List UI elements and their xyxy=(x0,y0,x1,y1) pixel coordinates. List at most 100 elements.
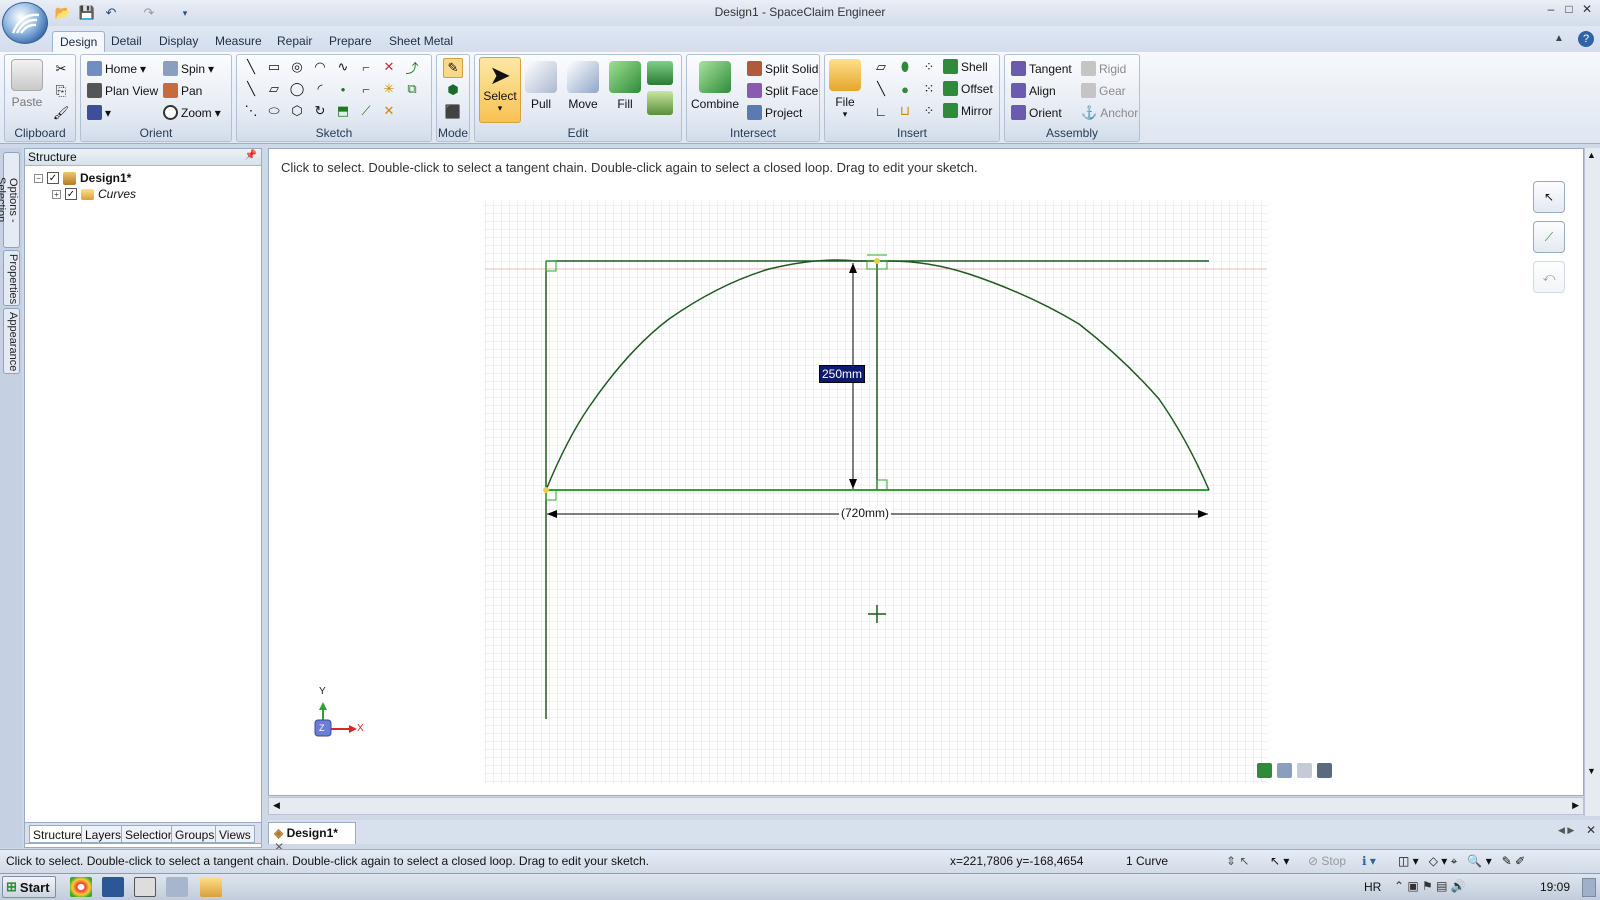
tab-detail[interactable]: Detail xyxy=(104,31,149,52)
cylinder-icon[interactable]: ⬮ xyxy=(895,57,915,77)
endpoint-marker[interactable] xyxy=(874,258,880,264)
offset-curve-icon[interactable]: ⟋ xyxy=(356,101,376,121)
spin-button[interactable]: Spin ▾ xyxy=(163,61,214,76)
line-icon[interactable]: ╲ xyxy=(241,57,261,77)
scroll-down-icon[interactable]: ▼ xyxy=(1587,766,1596,776)
rigid-button[interactable]: Rigid xyxy=(1081,61,1126,76)
align-button[interactable]: Align xyxy=(1011,83,1056,98)
side-tab-properties[interactable]: Properties xyxy=(3,250,20,306)
collapse-icon[interactable]: − xyxy=(34,173,43,183)
pan-button[interactable]: Pan xyxy=(163,83,202,98)
offset-button[interactable]: Offset xyxy=(943,81,993,96)
pen-icon[interactable]: ✐ xyxy=(1515,854,1525,868)
project-curve-icon[interactable]: ✕ xyxy=(379,101,399,121)
fill-button[interactable]: Fill xyxy=(609,61,641,111)
endpoint-marker[interactable] xyxy=(543,487,549,493)
project-button[interactable]: Project xyxy=(747,105,802,120)
redo-icon[interactable]: ↷ xyxy=(140,4,158,22)
sketch-mode-icon[interactable]: ✎ xyxy=(443,58,463,78)
view-tool-icon[interactable] xyxy=(1277,763,1292,778)
tab-sheet-metal[interactable]: Sheet Metal xyxy=(382,31,460,52)
replace-icon[interactable] xyxy=(647,91,673,115)
word-icon[interactable] xyxy=(102,877,124,897)
vertical-scrollbar[interactable]: ▲ ▼ xyxy=(1584,148,1600,816)
three-point-rectangle-icon[interactable]: ▱ xyxy=(264,79,284,99)
intersect-curve-icon[interactable]: ✕ xyxy=(379,57,399,77)
zoom-status-icon[interactable]: 🔍 xyxy=(1467,854,1482,868)
tab-selection[interactable]: Selection xyxy=(121,825,179,843)
collapse-ribbon-icon[interactable]: ▲ xyxy=(1554,33,1564,44)
face-curve-icon[interactable]: ⬒ xyxy=(333,101,353,121)
view-tool-icon[interactable] xyxy=(1257,763,1272,778)
scroll-right-icon[interactable]: ▶ xyxy=(1572,800,1579,811)
combine-button[interactable]: Combine xyxy=(691,61,739,111)
sweep-arc-icon[interactable]: ↻ xyxy=(310,101,330,121)
sketch-view[interactable] xyxy=(269,149,1584,796)
select-sketch-tool[interactable]: ↖ xyxy=(1533,181,1565,213)
side-tab-options-selection[interactable]: Options - Selection xyxy=(0,152,20,248)
bend-icon[interactable]: ⤴ xyxy=(402,57,422,77)
view-cube-button[interactable]: ▾ xyxy=(87,105,111,120)
height-dimension-value[interactable]: 250mm xyxy=(819,365,866,383)
tangent-arc-icon[interactable]: ◜ xyxy=(310,79,330,99)
circle-icon[interactable]: ◎ xyxy=(287,57,307,77)
linear-pattern-icon[interactable]: ⁙ xyxy=(919,79,939,99)
scroll-left-icon[interactable]: ◀ xyxy=(273,800,280,811)
app-logo[interactable] xyxy=(2,2,48,44)
mirror-button[interactable]: Mirror xyxy=(943,103,992,118)
3d-mode-icon[interactable]: ⬛ xyxy=(443,102,463,122)
tree-item-curves[interactable]: + ✓ Curves xyxy=(52,187,136,201)
undo-icon[interactable]: ↶ xyxy=(102,4,120,22)
save-icon[interactable]: 💾 xyxy=(78,4,96,22)
zoom-button[interactable]: Zoom ▾ xyxy=(163,105,221,120)
tree-item-design[interactable]: − ✓ Design1* xyxy=(34,171,131,185)
tangent-line-icon[interactable]: ╲ xyxy=(241,79,261,99)
anchor-button[interactable]: ⚓ Anchor xyxy=(1081,105,1138,121)
home-button[interactable]: Home ▾ xyxy=(87,61,146,76)
tab-structure[interactable]: Structure xyxy=(29,825,86,843)
render-icon[interactable]: ◇ xyxy=(1429,854,1438,868)
tab-prepare[interactable]: Prepare xyxy=(322,31,379,52)
spline-icon[interactable]: ∿ xyxy=(333,57,353,77)
gear-button[interactable]: Gear xyxy=(1081,83,1126,98)
close-button[interactable]: ✕ xyxy=(1576,2,1598,20)
info-icon[interactable]: ℹ ▾ xyxy=(1362,854,1376,868)
close-document-icon[interactable]: ✕ xyxy=(1586,823,1596,837)
visibility-checkbox[interactable]: ✓ xyxy=(47,172,59,184)
snap-icon[interactable]: ⌖ xyxy=(1451,854,1458,868)
expand-icon[interactable]: + xyxy=(52,189,61,199)
paste-button[interactable]: Paste xyxy=(11,59,43,109)
view-tool-icon[interactable] xyxy=(1297,763,1312,778)
tab-groups[interactable]: Groups xyxy=(171,825,219,843)
width-dimension-value[interactable]: (720mm) xyxy=(839,506,892,520)
bracket-icon[interactable]: ⊔ xyxy=(895,101,915,121)
tangent-button[interactable]: Tangent xyxy=(1011,61,1072,76)
status-filter-icon[interactable]: ⇕ ↖ xyxy=(1226,854,1249,868)
grid-pattern-icon[interactable]: ⁘ xyxy=(919,101,939,121)
section-mode-icon[interactable]: ⬢ xyxy=(443,80,463,100)
app-icon[interactable] xyxy=(134,877,156,897)
tab-repair[interactable]: Repair xyxy=(270,31,319,52)
return-3d-tool[interactable]: ⤺ xyxy=(1533,261,1565,293)
tab-layers[interactable]: Layers xyxy=(81,825,126,843)
sketch-icon[interactable]: ✎ xyxy=(1502,854,1512,868)
point-icon[interactable]: • xyxy=(333,79,353,99)
pin-icon[interactable]: 📌 xyxy=(245,150,257,161)
document-tab-design1[interactable]: ◈ Design1* ✕ xyxy=(268,822,356,854)
design-canvas[interactable]: Click to select. Double-click to select … xyxy=(268,148,1584,796)
tab-measure[interactable]: Measure xyxy=(208,31,269,52)
tweak-face-icon[interactable] xyxy=(647,61,673,85)
format-painter-icon[interactable]: 🖌 xyxy=(51,103,71,123)
shell-button[interactable]: Shell xyxy=(943,59,988,74)
move-grid-icon[interactable]: ⧉ xyxy=(402,79,422,99)
stop-button[interactable]: ⊘ Stop xyxy=(1308,854,1346,868)
tray-icons[interactable]: ⌃ ▣ ⚑ ▤ 🔊 xyxy=(1394,879,1466,893)
rectangle-icon[interactable]: ▭ xyxy=(264,57,284,77)
language-indicator[interactable]: HR xyxy=(1364,880,1381,894)
select-button[interactable]: ➤ Select ▾ xyxy=(479,57,521,123)
split-face-button[interactable]: Split Face xyxy=(747,83,818,98)
help-icon[interactable]: ? xyxy=(1578,31,1594,47)
pull-button[interactable]: Pull xyxy=(525,61,557,111)
window-switch-icon[interactable] xyxy=(166,877,188,897)
show-desktop-button[interactable] xyxy=(1582,878,1596,897)
